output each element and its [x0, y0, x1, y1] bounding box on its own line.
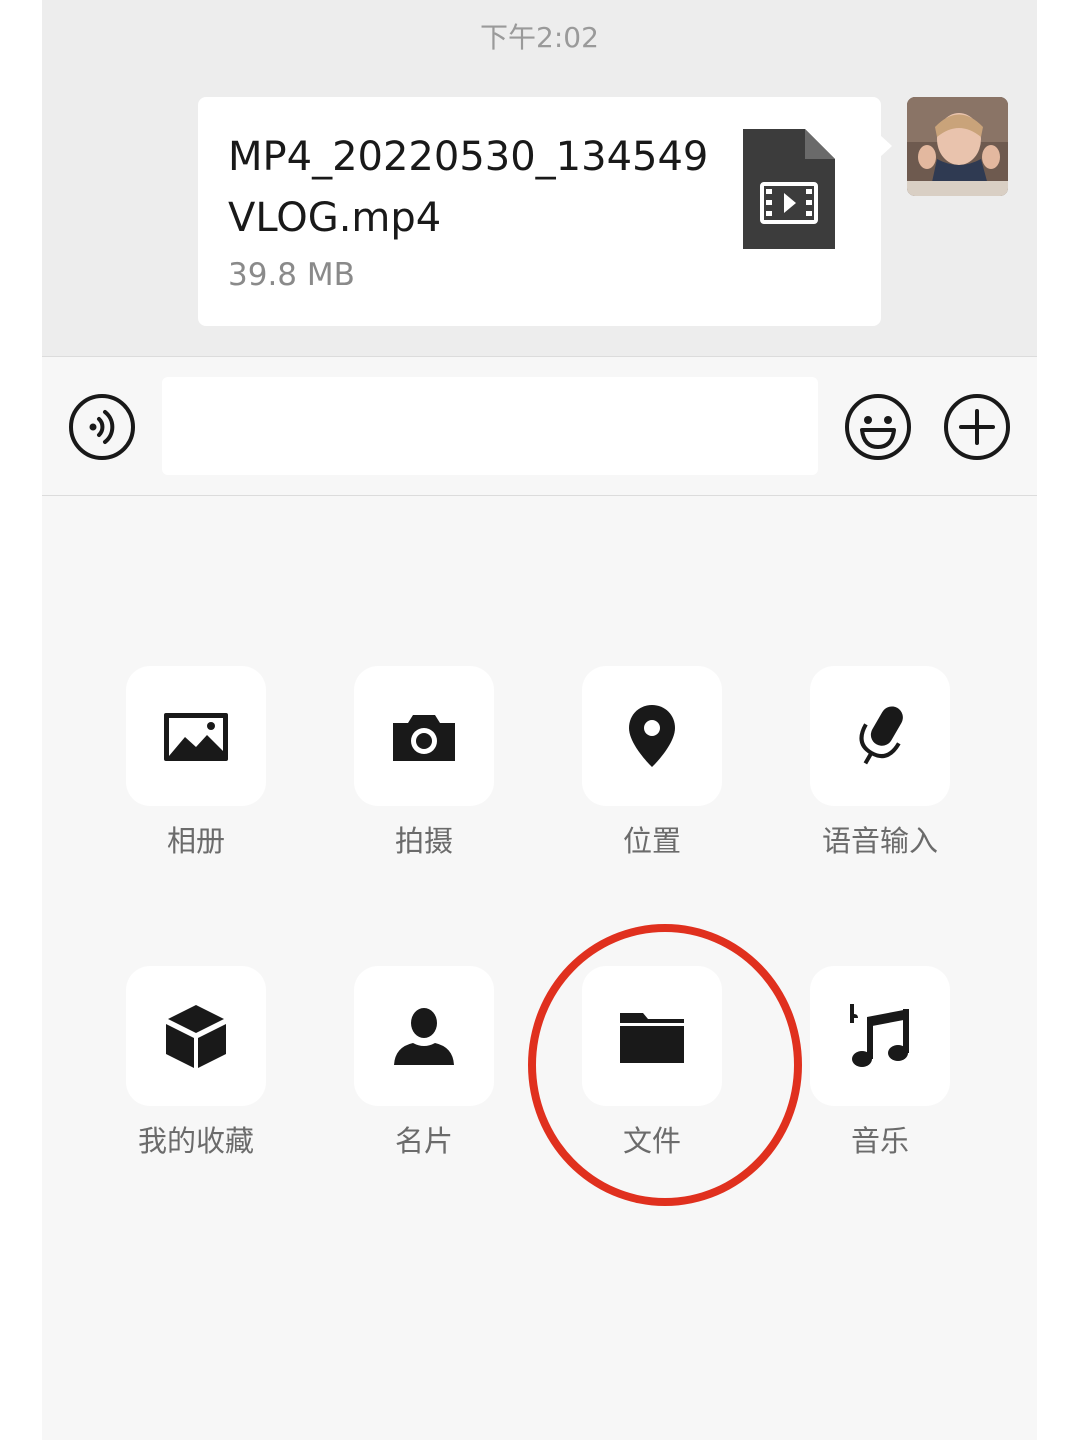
tool-label: 音乐 [850, 1124, 909, 1158]
emoji-icon[interactable] [844, 393, 912, 461]
folder-icon [620, 1013, 684, 1063]
input-bar [42, 356, 1037, 496]
tool-tile [582, 966, 722, 1106]
tool-label: 名片 [394, 1124, 453, 1158]
message-input[interactable] [162, 377, 818, 475]
voice-icon[interactable] [68, 393, 136, 461]
tool-label: 我的收藏 [137, 1124, 254, 1158]
contact-card-icon [394, 1008, 454, 1065]
video-file-icon [743, 129, 835, 249]
tool-tile [126, 666, 266, 806]
tool-tile [354, 966, 494, 1106]
tool-tile [810, 666, 950, 806]
bubble-tail [880, 135, 892, 157]
location-icon [629, 705, 675, 767]
camera-icon [393, 715, 455, 761]
function-panel: 相册 拍摄 位置 语音输入 我的收藏 名片 文件 音乐 [42, 496, 1037, 1440]
tool-label: 文件 [622, 1124, 681, 1158]
tool-label: 位置 [622, 824, 681, 858]
album-icon [164, 713, 228, 761]
tool-music[interactable]: 音乐 [770, 966, 990, 1176]
music-note-icon [850, 1004, 909, 1067]
tool-voice-input[interactable]: 语音输入 [770, 666, 990, 876]
user-avatar[interactable] [907, 97, 1008, 196]
tool-favorites[interactable]: 我的收藏 [86, 966, 306, 1176]
plus-icon[interactable] [943, 393, 1011, 461]
tool-tile [354, 666, 494, 806]
tool-label: 语音输入 [821, 824, 938, 858]
tool-album[interactable]: 相册 [86, 666, 306, 876]
chat-area[interactable]: 下午2:02 MP4_20220530_134549VLOG.mp4 39.8 … [42, 0, 1037, 356]
tool-file[interactable]: 文件 [542, 966, 762, 1176]
message-timestamp: 下午2:02 [480, 21, 599, 54]
microphone-icon [859, 706, 903, 765]
avatar-image [907, 97, 1008, 196]
tool-tile [810, 966, 950, 1106]
favorites-cube-icon [166, 1005, 226, 1068]
tool-tile [582, 666, 722, 806]
tool-label: 拍摄 [394, 824, 453, 858]
tool-tile [126, 966, 266, 1106]
file-message-bubble[interactable]: MP4_20220530_134549VLOG.mp4 39.8 MB [198, 97, 892, 326]
file-name: MP4_20220530_134549VLOG.mp4 [228, 134, 709, 241]
chat-app: 下午2:02 MP4_20220530_134549VLOG.mp4 39.8 … [42, 0, 1037, 1440]
tool-contact-card[interactable]: 名片 [314, 966, 534, 1176]
tool-location[interactable]: 位置 [542, 666, 762, 876]
tool-camera[interactable]: 拍摄 [314, 666, 534, 876]
tool-label: 相册 [166, 824, 225, 858]
file-size: 39.8 MB [228, 257, 355, 293]
